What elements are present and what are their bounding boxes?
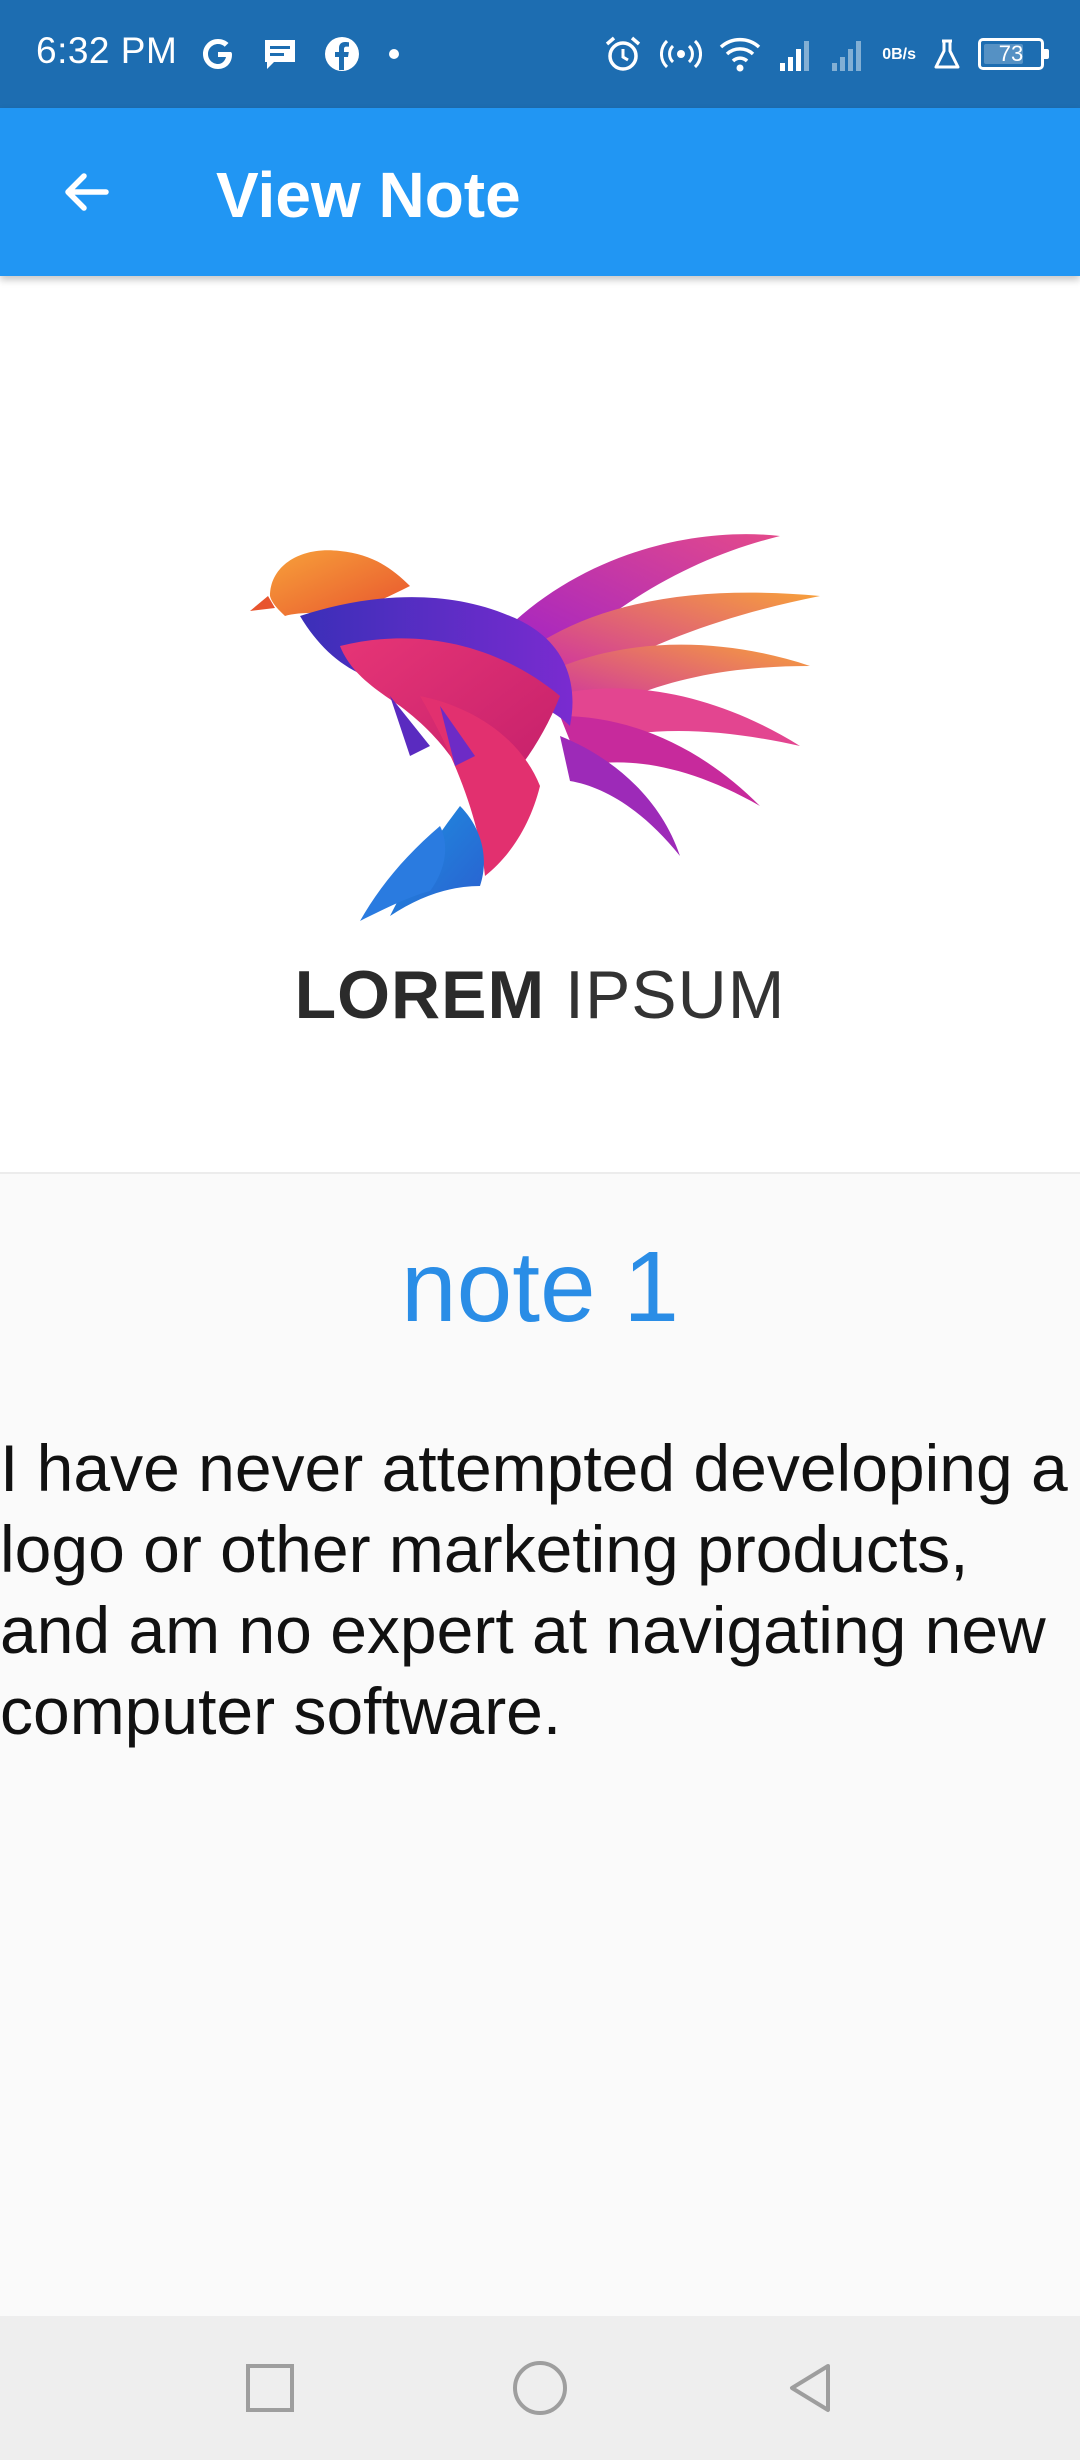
nav-back-button[interactable] xyxy=(774,2352,846,2424)
home-circle-icon xyxy=(513,2361,567,2415)
note-image: LOREM IPSUM xyxy=(0,276,1080,1174)
message-icon xyxy=(260,34,300,74)
status-bar: 6:32 PM 0 B/s 73 xyxy=(0,0,1080,108)
recents-button[interactable] xyxy=(234,2352,306,2424)
google-icon xyxy=(198,34,238,74)
signal-icon xyxy=(778,33,814,75)
back-triangle-icon xyxy=(790,2364,830,2412)
arrow-back-icon xyxy=(65,173,109,211)
facebook-icon xyxy=(322,34,362,74)
navigation-bar xyxy=(0,2316,1080,2460)
status-right-icons: 0 B/s 73 xyxy=(586,26,1049,82)
hotspot-icon xyxy=(660,33,703,75)
status-time: 6:32 PM xyxy=(36,30,178,71)
net-speed-unit: B/s xyxy=(891,45,916,63)
status-left-icons xyxy=(198,26,426,82)
recents-square-icon xyxy=(246,2364,294,2412)
note-title: note 1 xyxy=(400,1231,680,1343)
home-button[interactable] xyxy=(504,2352,576,2424)
wifi-icon xyxy=(718,33,762,75)
signal-icon xyxy=(830,33,866,75)
note-body: I have never attempted developing a logo… xyxy=(0,1431,1068,1748)
logo-text: LOREM IPSUM xyxy=(0,956,1080,1034)
logo-word-bold: LOREM xyxy=(294,957,546,1033)
page-title: View Note xyxy=(216,159,521,231)
battery-level: 73 xyxy=(998,41,1024,66)
net-speed: 0 B/s xyxy=(882,46,916,63)
bird-logo-icon xyxy=(250,534,820,921)
dot-icon xyxy=(384,34,404,74)
back-button[interactable] xyxy=(44,150,128,234)
net-speed-value: 0 xyxy=(882,45,892,63)
alarm-icon xyxy=(602,33,644,75)
battery-icon: 73 xyxy=(978,38,1049,70)
flask-icon xyxy=(932,33,962,75)
app-bar: View Note xyxy=(0,108,1080,276)
logo-word-light: IPSUM xyxy=(565,957,786,1033)
